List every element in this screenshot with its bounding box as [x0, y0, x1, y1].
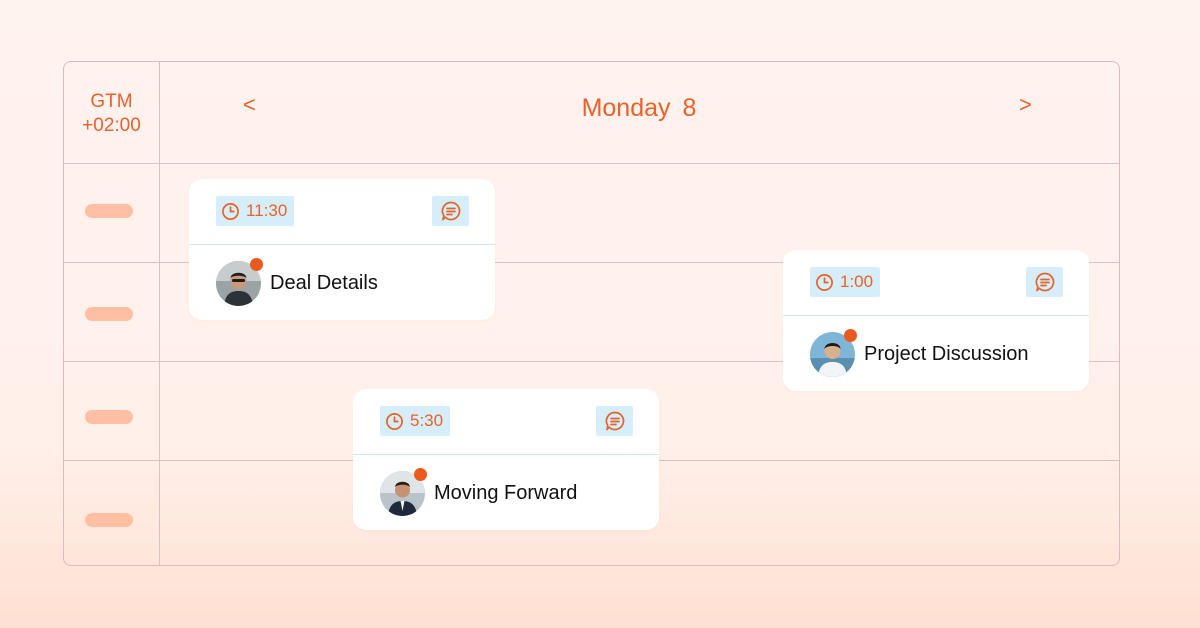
event-card-moving-forward[interactable]: 5:30 Moving Forward [353, 389, 659, 530]
event-time-chip: 5:30 [380, 406, 451, 436]
chat-button[interactable] [596, 406, 633, 436]
card-divider [783, 315, 1089, 316]
chat-button[interactable] [432, 196, 469, 226]
event-title: Project Discussion [864, 343, 1029, 365]
next-day-button[interactable]: > [1019, 92, 1032, 118]
avatar [810, 329, 857, 377]
time-slot-placeholder [85, 307, 133, 321]
clock-icon [222, 202, 239, 220]
online-status-dot [844, 329, 857, 342]
online-status-dot [414, 468, 427, 481]
clock-icon [386, 412, 403, 430]
chat-icon [441, 201, 460, 221]
event-title: Moving Forward [434, 482, 578, 504]
time-slot-placeholder [85, 204, 133, 218]
avatar [216, 258, 263, 306]
event-card-project-discussion[interactable]: 1:00 Project Discussion [783, 250, 1089, 391]
time-slot-placeholder [85, 513, 133, 527]
event-time: 5:30 [410, 411, 444, 430]
clock-icon [816, 273, 833, 291]
timezone-line-1: GTM [90, 91, 133, 112]
event-time-chip: 11:30 [216, 196, 295, 226]
event-title: Deal Details [270, 272, 378, 294]
header-divider [64, 163, 1119, 164]
timezone-label: GTM +02:00 [64, 90, 159, 138]
time-slot-placeholder [85, 410, 133, 424]
event-time: 11:30 [246, 201, 288, 220]
event-card-deal-details[interactable]: 11:30 Deal Details [189, 179, 495, 320]
card-divider [353, 454, 659, 455]
event-time-chip: 1:00 [810, 267, 881, 297]
chat-button[interactable] [1026, 267, 1063, 297]
day-title: Monday 8 [159, 92, 1119, 124]
timezone-line-2: +02:00 [82, 115, 141, 136]
day-name: Monday [581, 94, 671, 122]
card-divider [189, 244, 495, 245]
day-number: 8 [682, 94, 697, 122]
online-status-dot [250, 258, 263, 271]
chat-icon [1035, 272, 1054, 292]
time-column-divider [159, 62, 160, 565]
chat-icon [605, 411, 624, 431]
avatar [380, 468, 427, 516]
event-time: 1:00 [840, 272, 874, 291]
